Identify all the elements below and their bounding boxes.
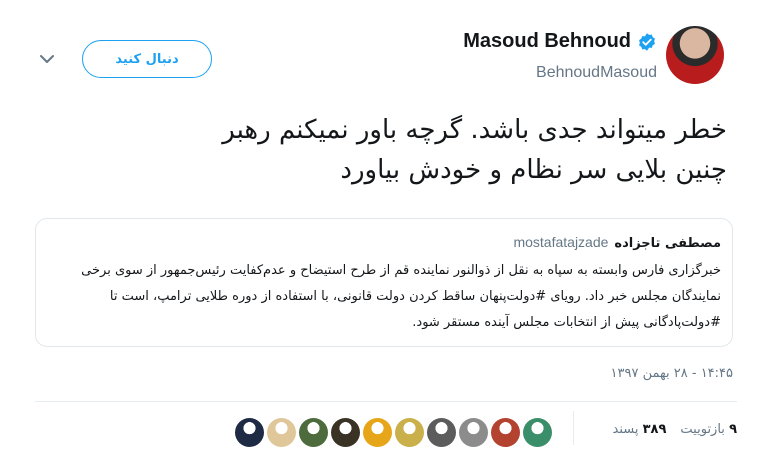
verified-badge-icon [639, 32, 655, 51]
liker-avatars [235, 418, 552, 447]
retweets-stat[interactable]: ۹ بازتوییت [680, 422, 737, 437]
chevron-down-icon[interactable] [38, 52, 56, 66]
likes-count: ۳۸۹ [642, 422, 667, 437]
quoted-tweet-text: خبرگزاری فارس وابسته به سپاه به نقل از ذ… [81, 263, 721, 330]
liker-avatar[interactable] [267, 418, 296, 447]
liker-avatar[interactable] [331, 418, 360, 447]
liker-avatar[interactable] [491, 418, 520, 447]
stats-separator [573, 411, 574, 445]
quoted-tweet-header: مصطفی تاجزاده mostafatajzade [513, 234, 721, 251]
tweet-text: خطر میتواند جدی باشد. گرچه باور نمیکنم ر… [222, 115, 727, 185]
liker-avatar[interactable] [427, 418, 456, 447]
quoted-tweet-author-handle[interactable]: mostafatajzade [513, 234, 608, 250]
liker-avatar[interactable] [299, 418, 328, 447]
display-name[interactable]: Masoud Behnoud [463, 30, 631, 53]
liker-avatar[interactable] [459, 418, 488, 447]
liker-avatar[interactable] [363, 418, 392, 447]
retweets-label: بازتوییت [680, 422, 725, 437]
likes-stat[interactable]: ۳۸۹ پسند [613, 422, 667, 437]
likes-label: پسند [612, 422, 639, 437]
user-name-row[interactable]: Masoud Behnoud [463, 30, 657, 53]
tweet-timestamp[interactable]: ۱۴:۴۵ - ۲۸ بهمن ۱۳۹۷ [611, 366, 733, 381]
liker-avatar[interactable] [395, 418, 424, 447]
quoted-tweet-author-name[interactable]: مصطفی تاجزاده [614, 236, 721, 251]
divider [35, 401, 737, 402]
liker-avatar[interactable] [523, 418, 552, 447]
avatar[interactable] [666, 26, 724, 84]
engagement-stats: ۹ بازتوییت ۳۸۹ پسند [613, 422, 738, 437]
follow-button[interactable]: دنبال کنید [82, 40, 212, 78]
retweets-count: ۹ [729, 422, 737, 437]
liker-avatar[interactable] [235, 418, 264, 447]
user-handle[interactable]: BehnoudMasoud [536, 64, 657, 82]
